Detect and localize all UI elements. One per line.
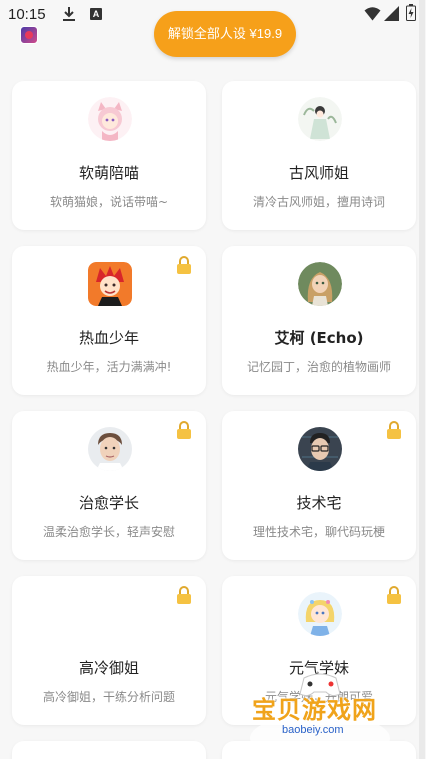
persona-description: 温柔治愈学长，轻声安慰 (42, 525, 175, 539)
persona-card-hot-blooded-boy[interactable]: 热血少年 热血少年，活力满满冲! (12, 246, 206, 395)
tech-geek-avatar-icon (298, 427, 342, 471)
cat-girl-avatar-icon (88, 97, 132, 141)
persona-description: 清冷古风师姐，擅用诗词 (252, 195, 385, 209)
lock-icon (387, 586, 401, 604)
persona-description: 高冷御姐，干练分析问题 (42, 690, 175, 704)
persona-card-partial[interactable] (12, 741, 206, 759)
signal-icon (384, 6, 399, 21)
persona-name: 治愈学长 (78, 494, 139, 512)
persona-card-senior-boy[interactable]: 治愈学长 温柔治愈学长，轻声安慰 (12, 411, 206, 560)
persona-description: 软萌猫娘，说话带喵~ (49, 195, 169, 209)
persona-card-soft-cat[interactable]: 软萌陪喵 软萌猫娘，说话带喵~ (12, 81, 206, 230)
app-logo-icon (20, 26, 38, 44)
screen: 10:15 A 解锁全部人设 ¥19.9 软萌陪喵 软萌猫娘，说话带喵~ 古风师… (0, 0, 426, 759)
persona-name: 技术宅 (296, 494, 342, 512)
lock-icon (177, 421, 191, 439)
persona-name: 古风师姐 (288, 164, 349, 182)
persona-card-echo[interactable]: 艾柯 (Echo) 记忆园丁，治愈的植物画师 (222, 246, 416, 395)
persona-card-ancient-senior-sister[interactable]: 古风师姐 清冷古风师姐，擅用诗词 (222, 81, 416, 230)
persona-description: 记忆园丁，治愈的植物画师 (246, 360, 391, 374)
lock-icon (177, 586, 191, 604)
ancient-style-girl-avatar-icon (298, 97, 342, 141)
persona-name: 软萌陪喵 (78, 164, 139, 182)
persona-description: 热血少年，活力满满冲! (46, 360, 172, 374)
watermark: 宝贝游戏网 baobeiy.com (240, 660, 400, 759)
lock-icon (177, 256, 191, 274)
cheerful-girl-avatar-icon (298, 592, 342, 636)
persona-name: 热血少年 (78, 329, 139, 347)
persona-description: 理性技术宅，聊代码玩梗 (252, 525, 385, 539)
a-notification-icon: A (90, 8, 102, 20)
persona-card-tech-geek[interactable]: 技术宅 理性技术宅，聊代码玩梗 (222, 411, 416, 560)
lock-icon (387, 421, 401, 439)
wifi-icon (364, 7, 381, 21)
unlock-all-button[interactable]: 解锁全部人设 ¥19.9 (154, 11, 296, 57)
persona-card-cool-elder-sister[interactable]: 高冷御姐 高冷御姐，干练分析问题 (12, 576, 206, 725)
watermark-url: baobeiy.com (282, 724, 344, 736)
status-time: 10:15 (8, 6, 46, 23)
battery-icon (406, 4, 416, 21)
senior-boy-avatar-icon (88, 427, 132, 471)
persona-name: 艾柯 (Echo) (274, 329, 364, 347)
echo-avatar-icon (298, 262, 342, 306)
scrollbar[interactable] (419, 0, 425, 759)
download-icon (63, 7, 75, 21)
watermark-text: 宝贝游戏网 (252, 696, 377, 724)
persona-name: 高冷御姐 (78, 659, 139, 677)
hot-blooded-boy-avatar-icon (88, 262, 132, 306)
